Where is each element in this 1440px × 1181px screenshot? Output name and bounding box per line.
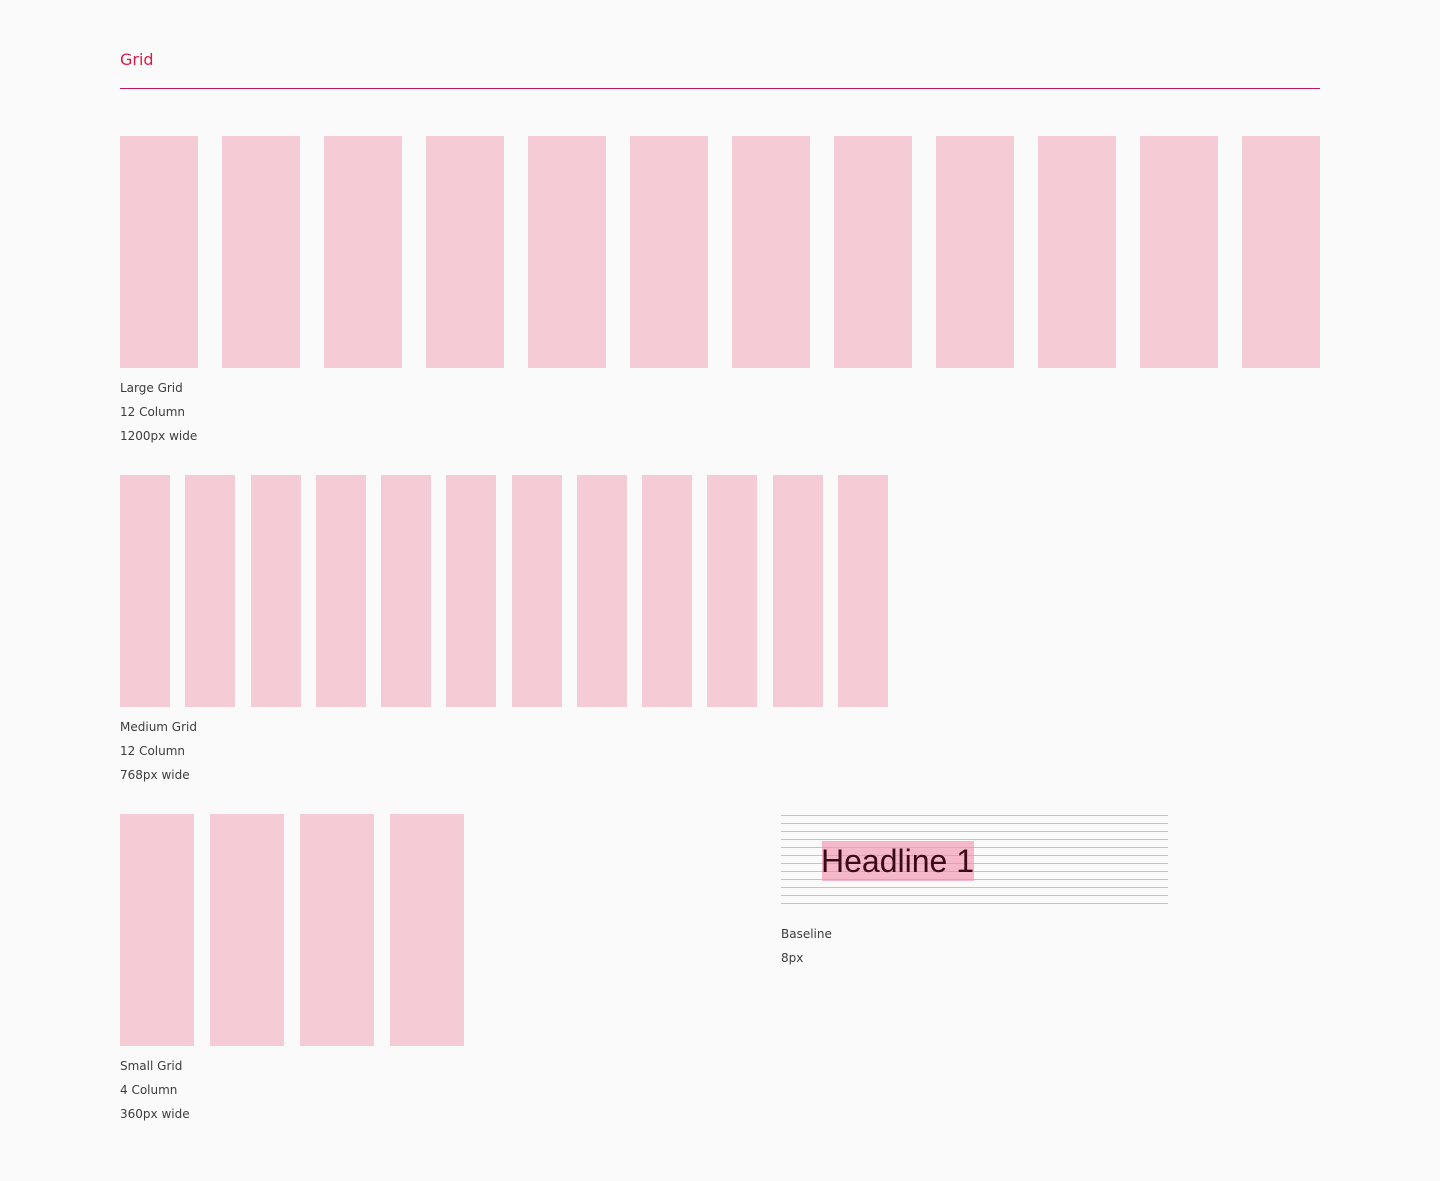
large-grid-column [1242, 136, 1320, 368]
small-grid-name: Small Grid [120, 1059, 183, 1073]
small-grid-caption: Small Grid 4 Column 360px wide [120, 1054, 190, 1126]
large-grid-column-count: 12 Column [120, 405, 186, 419]
baseline-grid-demo: Headline 1 [781, 814, 1168, 910]
large-grid-columns [120, 136, 1320, 368]
baseline-label: Baseline [781, 927, 832, 941]
large-grid-column [222, 136, 300, 368]
medium-grid-column [576, 475, 627, 707]
page-title: Grid [120, 50, 154, 69]
small-grid-columns [120, 814, 464, 1046]
baseline-size: 8px [781, 951, 804, 965]
large-grid-width: 1200px wide [120, 429, 198, 443]
medium-grid-caption: Medium Grid 12 Column 768px wide [120, 715, 197, 787]
small-grid-column [120, 814, 194, 1046]
small-grid-column [210, 814, 284, 1046]
medium-grid-column [381, 475, 432, 707]
large-grid-column [528, 136, 606, 368]
small-grid-width: 360px wide [120, 1107, 190, 1121]
headline-highlight: Headline 1 [821, 841, 974, 881]
baseline-caption: Baseline 8px [781, 922, 832, 970]
medium-grid-column [837, 475, 888, 707]
small-grid-column [300, 814, 374, 1046]
large-grid-column [120, 136, 198, 368]
medium-grid-columns [120, 475, 888, 707]
medium-grid-column [772, 475, 823, 707]
medium-grid-column [511, 475, 562, 707]
medium-grid-column [707, 475, 758, 707]
small-grid-column-count: 4 Column [120, 1083, 178, 1097]
medium-grid-column [185, 475, 236, 707]
medium-grid-width: 768px wide [120, 768, 190, 782]
medium-grid-column [250, 475, 301, 707]
large-grid-column [936, 136, 1014, 368]
medium-grid-column [120, 475, 170, 707]
large-grid-column [630, 136, 708, 368]
large-grid-column [324, 136, 402, 368]
headline-sample: Headline 1 [821, 843, 974, 879]
small-grid-column [390, 814, 464, 1046]
large-grid-column [426, 136, 504, 368]
large-grid-column [1038, 136, 1116, 368]
large-grid-name: Large Grid [120, 381, 183, 395]
medium-grid-column [446, 475, 497, 707]
large-grid-column [1140, 136, 1218, 368]
large-grid-column [732, 136, 810, 368]
medium-grid-name: Medium Grid [120, 720, 197, 734]
medium-grid-column [315, 475, 366, 707]
large-grid-caption: Large Grid 12 Column 1200px wide [120, 376, 197, 448]
large-grid-column [834, 136, 912, 368]
medium-grid-column [642, 475, 693, 707]
title-divider [120, 88, 1320, 89]
medium-grid-column-count: 12 Column [120, 744, 186, 758]
